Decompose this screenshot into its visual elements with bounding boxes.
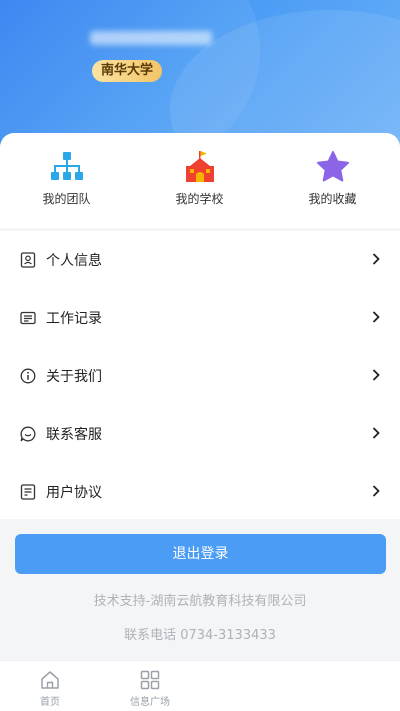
my-school-button[interactable]: 我的学校 bbox=[133, 133, 266, 228]
bottom-tab-bar: 首页 信息广场 bbox=[0, 660, 400, 711]
chevron-right-icon bbox=[372, 311, 380, 323]
menu-item-label: 联系客服 bbox=[46, 427, 102, 443]
chevron-right-icon bbox=[372, 369, 380, 381]
tab-info-square[interactable]: 信息广场 bbox=[100, 661, 200, 711]
chevron-right-icon bbox=[372, 253, 380, 265]
school-badge: 南华大学 bbox=[92, 60, 163, 82]
info-icon bbox=[20, 368, 36, 384]
settings-menu: 个人信息 工作记录 关于我们 联系客服 用户协议 bbox=[0, 231, 400, 519]
tab-home[interactable]: 首页 bbox=[0, 661, 100, 711]
my-team-label: 我的团队 bbox=[42, 192, 91, 206]
my-school-label: 我的学校 bbox=[175, 192, 224, 206]
star-icon bbox=[316, 151, 349, 182]
school-building-icon bbox=[185, 151, 214, 182]
menu-item-profile[interactable]: 个人信息 bbox=[0, 231, 400, 289]
agreement-doc-icon bbox=[20, 484, 36, 500]
profile-card-icon bbox=[20, 252, 36, 268]
grid-icon bbox=[140, 670, 160, 690]
menu-item-label: 工作记录 bbox=[46, 311, 102, 327]
chevron-right-icon bbox=[372, 427, 380, 439]
menu-item-about-us[interactable]: 关于我们 bbox=[0, 347, 400, 405]
team-tree-icon bbox=[50, 152, 83, 180]
menu-item-customer-service[interactable]: 联系客服 bbox=[0, 405, 400, 463]
menu-item-label: 关于我们 bbox=[46, 369, 102, 385]
chevron-right-icon bbox=[372, 485, 380, 497]
menu-item-user-agreement[interactable]: 用户协议 bbox=[0, 463, 400, 521]
tab-home-label: 首页 bbox=[40, 697, 60, 708]
blurred-user-name bbox=[90, 31, 212, 45]
contact-phone-text: 联系电话 0734-3133433 bbox=[124, 628, 276, 643]
my-favorites-label: 我的收藏 bbox=[308, 192, 357, 206]
record-card-icon bbox=[20, 311, 36, 325]
logout-button[interactable]: 退出登录 bbox=[15, 534, 386, 574]
menu-item-label: 用户协议 bbox=[46, 485, 102, 501]
my-team-button[interactable]: 我的团队 bbox=[0, 133, 133, 228]
tab-info-square-label: 信息广场 bbox=[130, 697, 170, 708]
tech-support-text: 技术支持-湖南云航教育科技有限公司 bbox=[93, 594, 307, 609]
chat-bubble-icon bbox=[20, 426, 36, 442]
menu-item-label: 个人信息 bbox=[46, 253, 102, 269]
my-favorites-button[interactable]: 我的收藏 bbox=[266, 133, 399, 228]
home-icon bbox=[41, 671, 59, 689]
menu-item-work-records[interactable]: 工作记录 bbox=[0, 289, 400, 347]
quick-actions-card: 我的团队 我的学校 我的收藏 bbox=[0, 133, 400, 228]
